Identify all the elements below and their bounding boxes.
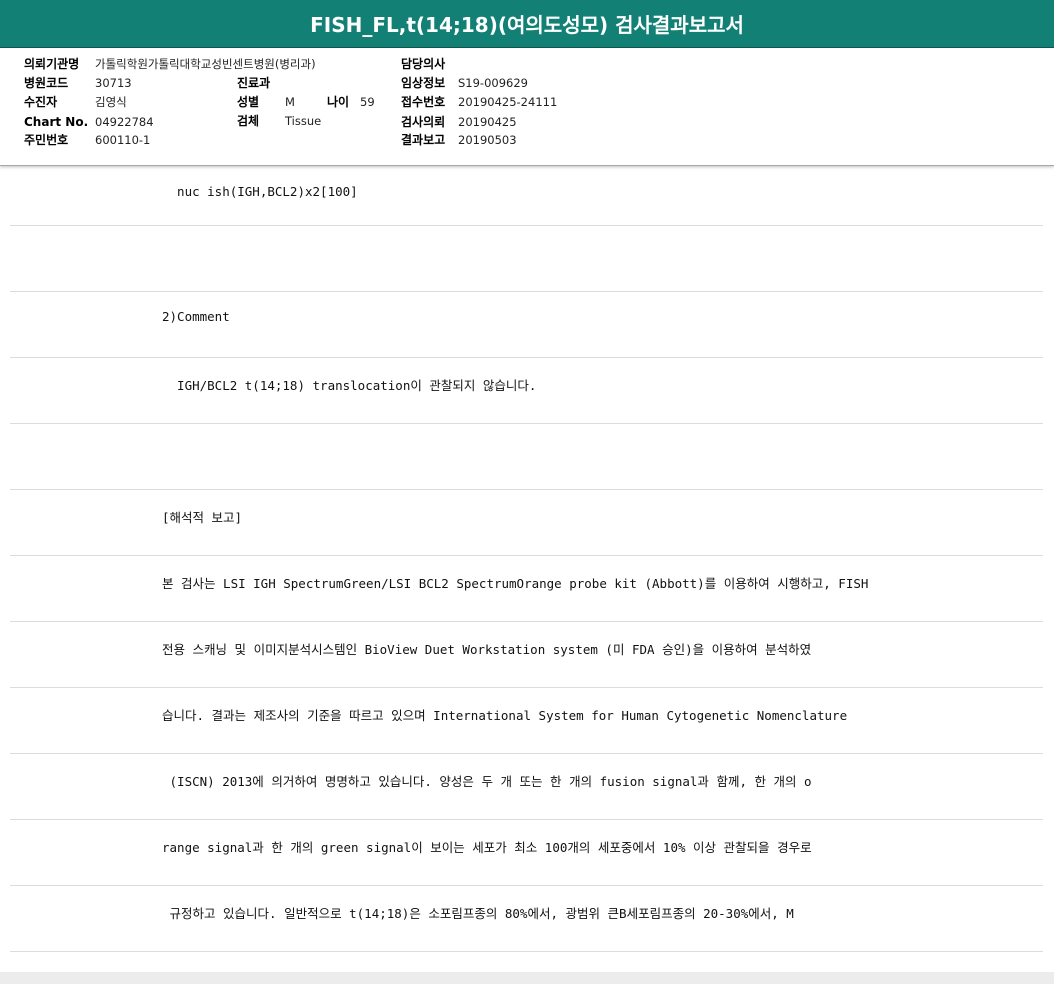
doctor-label: 담당의사 xyxy=(401,57,446,71)
report-line: nuc ish(IGH,BCL2)x2[100] xyxy=(10,166,1043,226)
patient-info-panel: 의뢰기관명 가톨릭학원가톨릭대학교성빈센트병원(병리과) 병원코드 30713 … xyxy=(0,48,1054,166)
report-line-text: [해석적 보고] xyxy=(162,510,243,525)
report-line: 2)Comment xyxy=(10,292,1043,358)
age-label: 나이 xyxy=(327,95,350,109)
report-body: nuc ish(IGH,BCL2)x2[100] 2)Comment IGH/B… xyxy=(10,166,1043,952)
receipt-no-label: 접수번호 xyxy=(401,95,446,109)
report-line: range signal과 한 개의 green signal이 보이는 세포가… xyxy=(10,820,1043,886)
report-line-text: IGH/BCL2 t(14;18) translocation이 관찰되지 않습… xyxy=(162,378,537,393)
department-label: 진료과 xyxy=(237,76,271,90)
report-date-label: 결과보고 xyxy=(401,133,446,147)
report-line: 전용 스캐닝 및 이미지분석시스템인 BioView Duet Workstat… xyxy=(10,622,1043,688)
report-line-text: 규정하고 있습니다. 일반적으로 t(14;18)은 소포림프종의 80%에서,… xyxy=(162,906,794,921)
sex-value: M xyxy=(285,95,295,109)
report-line-text: 2)Comment xyxy=(162,309,230,324)
report-date-value: 20190503 xyxy=(458,133,517,147)
age-value: 59 xyxy=(360,95,375,109)
report-line-text: (ISCN) 2013에 의거하여 명명하고 있습니다. 양성은 두 개 또는 … xyxy=(162,774,812,789)
patient-value: 김영식 xyxy=(95,95,127,109)
report-line xyxy=(10,226,1043,292)
hospital-code-value: 30713 xyxy=(95,76,132,90)
sex-label: 성별 xyxy=(237,95,260,109)
report-line-text: 본 검사는 LSI IGH SpectrumGreen/LSI BCL2 Spe… xyxy=(162,576,869,591)
report-line-text: 전용 스캐닝 및 이미지분석시스템인 BioView Duet Workstat… xyxy=(162,642,812,657)
resident-no-value: 600110-1 xyxy=(95,133,151,147)
request-date-value: 20190425 xyxy=(458,115,517,129)
request-date-label: 검사의뢰 xyxy=(401,115,446,129)
report-line: 습니다. 결과는 제조사의 기준을 따르고 있으며 International … xyxy=(10,688,1043,754)
clinical-info-label: 임상정보 xyxy=(401,76,446,90)
report-line xyxy=(10,424,1043,490)
institution-label: 의뢰기관명 xyxy=(24,57,80,71)
report-title: FISH_FL,t(14;18)(여의도성모) 검사결과보고서 xyxy=(0,0,1054,48)
specimen-label: 검체 xyxy=(237,114,260,128)
chart-no-label: Chart No. xyxy=(24,115,89,129)
hospital-code-label: 병원코드 xyxy=(24,76,69,90)
report-line: (ISCN) 2013에 의거하여 명명하고 있습니다. 양성은 두 개 또는 … xyxy=(10,754,1043,820)
patient-label: 수진자 xyxy=(24,95,58,109)
report-line: 본 검사는 LSI IGH SpectrumGreen/LSI BCL2 Spe… xyxy=(10,556,1043,622)
specimen-value: Tissue xyxy=(285,114,322,128)
receipt-no-value: 20190425-24111 xyxy=(458,95,558,109)
institution-value: 가톨릭학원가톨릭대학교성빈센트병원(병리과) xyxy=(95,57,316,71)
report-line-text: 습니다. 결과는 제조사의 기준을 따르고 있으며 International … xyxy=(162,708,848,723)
report-line-text: nuc ish(IGH,BCL2)x2[100] xyxy=(162,184,358,199)
resident-no-label: 주민번호 xyxy=(24,133,69,147)
clinical-info-value: S19-009629 xyxy=(458,76,528,90)
scroll-area-bottom xyxy=(0,972,1054,984)
report-line: [해석적 보고] xyxy=(10,490,1043,556)
report-line-text: range signal과 한 개의 green signal이 보이는 세포가… xyxy=(162,840,812,855)
chart-no-value: 04922784 xyxy=(95,115,154,129)
report-line: 규정하고 있습니다. 일반적으로 t(14;18)은 소포림프종의 80%에서,… xyxy=(10,886,1043,952)
report-line: IGH/BCL2 t(14;18) translocation이 관찰되지 않습… xyxy=(10,358,1043,424)
